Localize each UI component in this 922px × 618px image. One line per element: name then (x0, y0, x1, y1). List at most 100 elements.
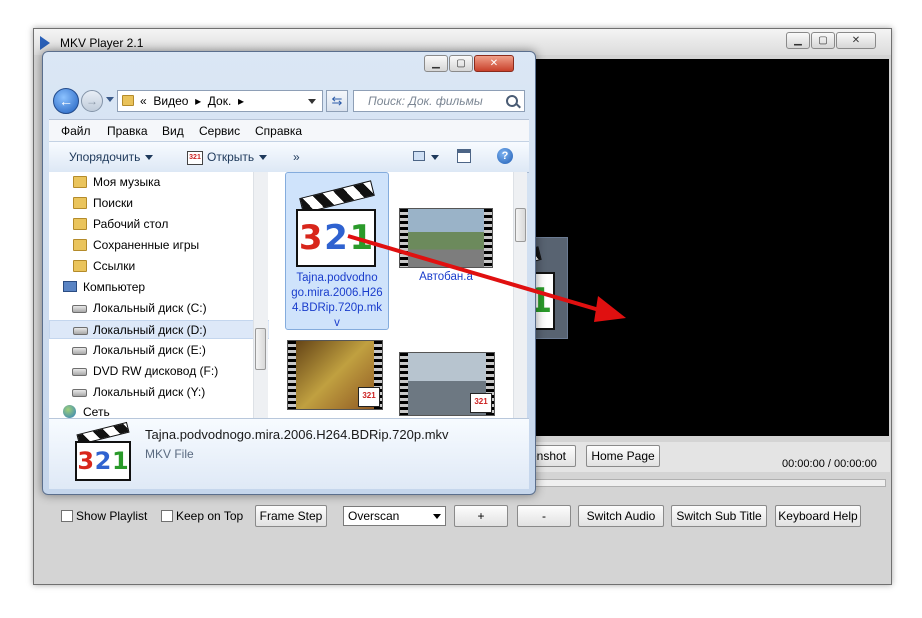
minimize-button[interactable]: ▁ (786, 32, 810, 49)
logo-digit-2: 2 (94, 447, 112, 475)
maximize-icon: ▢ (818, 35, 828, 46)
back-button[interactable]: ← (53, 88, 79, 114)
aspect-select-value: Overscan (348, 509, 400, 523)
aspect-select[interactable]: Overscan (343, 506, 446, 526)
forward-button[interactable]: → (81, 90, 103, 112)
time-separator: / (827, 458, 831, 470)
home-page-button[interactable]: Home Page (586, 445, 660, 467)
tree-item-disk-y[interactable]: Локальный диск (Y:) (72, 385, 206, 399)
volume-down-button[interactable]: - (517, 505, 571, 527)
frame-step-button[interactable]: Frame Step (255, 505, 327, 527)
address-prefix[interactable]: « (140, 94, 147, 108)
menu-file[interactable]: Файл (61, 124, 91, 138)
logo-digit-3: 3 (77, 447, 95, 475)
nav-scrollbar[interactable] (253, 172, 268, 418)
show-playlist-checkbox[interactable] (61, 510, 73, 522)
logo-digit-3: 3 (298, 218, 323, 258)
search-input[interactable]: Поиск: Док. фильмы (353, 90, 525, 112)
mkv-badge-icon: 321 (358, 387, 380, 407)
hard-disk-icon (73, 327, 88, 335)
help-icon[interactable]: ? (497, 148, 513, 164)
open-button[interactable]: 321 Открыть (187, 150, 268, 165)
explorer-maximize-button[interactable]: ▢ (449, 55, 473, 72)
menu-bar: Файл Правка Вид Сервис Справка (49, 119, 529, 142)
organize-button[interactable]: Упорядочить (69, 150, 154, 164)
history-dropdown[interactable] (106, 97, 114, 102)
tree-item-disk-c[interactable]: Локальный диск (C:) (72, 301, 207, 315)
file-scrollbar[interactable] (513, 172, 527, 418)
folder-icon (73, 218, 87, 230)
arrow-left-icon: ← (59, 93, 73, 109)
explorer-close-button[interactable]: ✕ (474, 55, 514, 72)
seek-bar[interactable] (534, 479, 886, 487)
tree-item-links[interactable]: Ссылки (73, 259, 136, 273)
open-label: Открыть (207, 150, 255, 164)
keyboard-help-button[interactable]: Keyboard Help (775, 505, 861, 527)
chevron-down-icon[interactable] (308, 99, 316, 104)
tree-item-dvd-f[interactable]: DVD RW дисковод (F:) (72, 364, 219, 378)
file-name-label[interactable]: Автобан.а (399, 270, 493, 285)
keep-on-top-checkbox[interactable] (161, 510, 173, 522)
tree-item-network[interactable]: Сеть (63, 405, 110, 418)
folder-icon (122, 95, 134, 106)
chevron-down-icon (145, 155, 154, 161)
file-name-label: Tajna.podvodno go.mira.2006.H26 4.BDRip.… (286, 271, 388, 331)
switch-sub-title-button[interactable]: Switch Sub Title (671, 505, 767, 527)
tree-item-computer[interactable]: Компьютер (63, 280, 146, 294)
menu-help[interactable]: Справка (255, 124, 302, 138)
menu-edit[interactable]: Правка (107, 124, 148, 138)
tree-item-searches[interactable]: Поиски (73, 196, 133, 210)
video-thumbnail[interactable]: 321 (287, 340, 383, 410)
tree-item-label: Ссылки (93, 259, 136, 273)
crumb-video[interactable]: Видео (153, 94, 188, 108)
folder-icon (73, 197, 87, 209)
explorer-minimize-button[interactable]: ▁ (424, 55, 448, 72)
tree-item-label: Поиски (93, 196, 133, 210)
hard-disk-icon (72, 389, 87, 397)
arrow-right-icon: → (86, 94, 98, 108)
crumb-separator[interactable]: ▸ (238, 94, 244, 108)
tree-item-label: DVD RW дисковод (F:) (93, 364, 219, 378)
crumb-docs[interactable]: Док. (208, 94, 232, 108)
tree-item-disk-d[interactable]: Локальный диск (D:) (49, 320, 269, 339)
scroll-thumb[interactable] (515, 208, 526, 242)
crumb-separator[interactable]: ▸ (195, 94, 201, 108)
keep-on-top-label: Keep on Top (176, 509, 244, 523)
views-icon[interactable] (413, 151, 425, 161)
more-commands-button[interactable]: » (293, 150, 300, 164)
tree-item-saved-games[interactable]: Сохраненные игры (73, 238, 200, 252)
maximize-button[interactable]: ▢ (811, 32, 835, 49)
tree-item-label: Компьютер (83, 280, 146, 294)
maximize-icon: ▢ (456, 58, 466, 69)
file-tile-selected[interactable]: 321 Tajna.podvodno go.mira.2006.H26 4.BD… (285, 172, 389, 330)
folder-icon (73, 260, 87, 272)
menu-view[interactable]: Вид (162, 124, 184, 138)
close-button[interactable]: ✕ (836, 32, 876, 49)
folder-icon (73, 176, 87, 188)
video-thumbnail[interactable] (399, 208, 493, 268)
explorer-window: ▁ ▢ ✕ ← → « Видео ▸ Док. ▸ ⇆ Поиск: Док.… (42, 51, 536, 495)
tree-item-label: Локальный диск (Y:) (93, 385, 206, 399)
refresh-button[interactable]: ⇆ (326, 90, 348, 112)
play-icon (40, 36, 50, 50)
address-bar[interactable]: « Видео ▸ Док. ▸ (117, 90, 323, 112)
tree-item-label: Сохраненные игры (93, 238, 200, 252)
dvd-drive-icon (72, 368, 87, 376)
tree-item-disk-e[interactable]: Локальный диск (E:) (72, 343, 206, 357)
mkv-file-icon: 321 (292, 180, 380, 271)
logo-digit-2: 2 (324, 218, 348, 258)
video-area[interactable] (534, 59, 889, 436)
switch-audio-button[interactable]: Switch Audio (578, 505, 664, 527)
video-thumbnail[interactable]: 321 (399, 352, 495, 416)
volume-up-button[interactable]: + (454, 505, 508, 527)
tree-item-my-music[interactable]: Моя музыка (73, 175, 161, 189)
search-icon[interactable] (506, 95, 518, 107)
details-file-type: MKV File (145, 447, 194, 461)
tree-item-desktop[interactable]: Рабочий стол (73, 217, 168, 231)
preview-pane-icon[interactable] (457, 149, 471, 163)
menu-tools[interactable]: Сервис (199, 124, 240, 138)
hard-disk-icon (72, 347, 87, 355)
scroll-thumb[interactable] (255, 328, 266, 370)
chevron-down-icon[interactable] (431, 155, 439, 160)
tree-item-label: Моя музыка (93, 175, 161, 189)
